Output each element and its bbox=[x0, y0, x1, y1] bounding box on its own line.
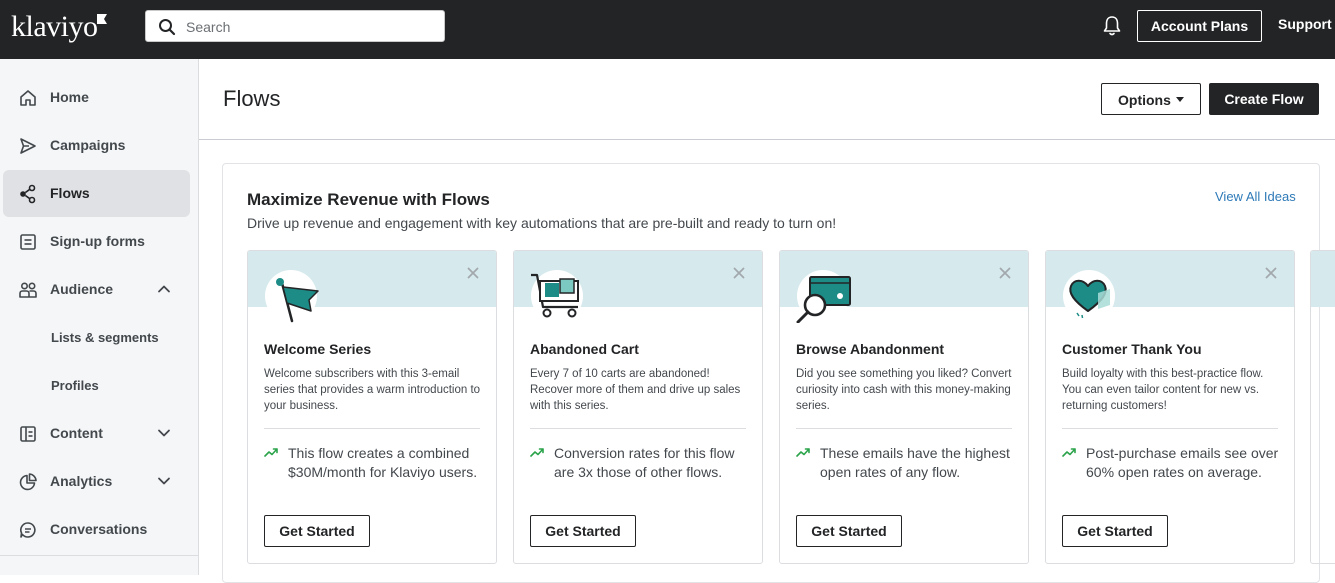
analytics-icon bbox=[19, 473, 37, 491]
trending-up-icon bbox=[530, 448, 544, 457]
form-icon bbox=[20, 234, 36, 250]
sidebar-item-label: Sign-up forms bbox=[50, 233, 145, 249]
card-stat: This flow creates a combined $30M/month … bbox=[288, 445, 478, 480]
idea-card-abandoned-cart: Abandoned Cart Every 7 of 10 carts are a… bbox=[513, 250, 763, 564]
sidebar-item-label: Campaigns bbox=[50, 137, 126, 153]
sidebar-item-campaigns[interactable]: Campaigns bbox=[3, 122, 190, 169]
card-divider bbox=[1062, 428, 1278, 429]
get-started-button[interactable]: Get Started bbox=[796, 515, 902, 547]
send-icon bbox=[20, 138, 36, 154]
chevron-up-icon[interactable] bbox=[157, 282, 171, 296]
sidebar-subitem-lists-segments[interactable]: Lists & segments bbox=[3, 318, 190, 358]
flag-icon bbox=[265, 270, 319, 323]
sidebar-item-home[interactable]: Home bbox=[3, 74, 190, 121]
card-divider bbox=[796, 428, 1012, 429]
browse-magnifier-icon bbox=[796, 270, 851, 323]
sidebar-subitem-label: Lists & segments bbox=[51, 330, 159, 345]
options-label: Options bbox=[1118, 92, 1171, 108]
card-title: Abandoned Cart bbox=[530, 341, 639, 357]
trending-up-icon bbox=[1062, 448, 1076, 457]
trending-up-icon bbox=[264, 448, 278, 457]
sidebar-divider bbox=[0, 555, 199, 556]
close-icon[interactable] bbox=[467, 267, 479, 279]
sidebar-item-audience[interactable]: Audience bbox=[3, 266, 190, 313]
view-all-ideas-link[interactable]: View All Ideas bbox=[1215, 189, 1296, 204]
idea-card-browse-abandonment: Browse Abandonment Did you see something… bbox=[779, 250, 1029, 564]
card-divider bbox=[530, 428, 746, 429]
page-title: Flows bbox=[223, 86, 281, 111]
account-plans-button[interactable]: Account Plans bbox=[1137, 10, 1262, 42]
content-icon bbox=[20, 426, 36, 442]
sidebar-item-label: Conversations bbox=[50, 521, 148, 537]
card-description: Welcome subscribers with this 3-email se… bbox=[264, 368, 481, 412]
card-description: Did you see something you liked? Convert… bbox=[796, 368, 1012, 412]
card-description: Every 7 of 10 carts are abandoned! Recov… bbox=[530, 368, 741, 412]
close-icon[interactable] bbox=[1265, 267, 1277, 279]
sidebar-item-label: Analytics bbox=[50, 473, 113, 489]
sidebar-subitem-label: Profiles bbox=[51, 378, 99, 393]
card-title: Browse Abandonment bbox=[796, 341, 945, 357]
sidebar-item-conversations[interactable]: Conversations bbox=[3, 506, 190, 553]
top-bar: klaviyo Account Plans Support bbox=[0, 0, 1335, 59]
sidebar-item-analytics[interactable]: Analytics bbox=[3, 458, 190, 505]
card-description: Build loyalty with this best-practice fl… bbox=[1062, 368, 1264, 412]
card-header-band bbox=[1311, 251, 1335, 307]
search-icon bbox=[159, 19, 176, 36]
card-divider bbox=[264, 428, 480, 429]
search-input[interactable] bbox=[186, 17, 436, 37]
sidebar-item-label: Audience bbox=[50, 281, 114, 297]
create-flow-button[interactable]: Create Flow bbox=[1209, 83, 1319, 115]
chat-icon bbox=[20, 522, 36, 538]
idea-card-next-partial bbox=[1310, 250, 1335, 564]
support-link[interactable]: Support bbox=[1278, 16, 1332, 32]
sidebar-item-label: Content bbox=[50, 425, 103, 441]
idea-card-customer-thank-you: Customer Thank You Build loyalty with th… bbox=[1045, 250, 1295, 564]
sidebar-item-flows[interactable]: Flows bbox=[3, 170, 190, 217]
sidebar-item-label: Home bbox=[50, 89, 89, 105]
close-icon[interactable] bbox=[999, 267, 1011, 279]
idea-card-welcome-series: Welcome Series Welcome subscribers with … bbox=[247, 250, 497, 564]
cart-icon bbox=[531, 270, 583, 322]
sidebar-item-label: Flows bbox=[50, 185, 90, 201]
people-icon bbox=[19, 282, 37, 298]
logo-flag-icon bbox=[97, 14, 107, 24]
chevron-down-icon[interactable] bbox=[157, 426, 171, 440]
get-started-button[interactable]: Get Started bbox=[1062, 515, 1168, 547]
get-started-button[interactable]: Get Started bbox=[264, 515, 370, 547]
trending-up-icon bbox=[796, 448, 810, 457]
heart-icon bbox=[1063, 270, 1115, 322]
sidebar-item-signup-forms[interactable]: Sign-up forms bbox=[3, 218, 190, 265]
flows-icon bbox=[20, 184, 36, 204]
card-stat: Conversion rates for this flow are 3x th… bbox=[554, 445, 735, 480]
close-icon[interactable] bbox=[733, 267, 745, 279]
notification-bell-icon[interactable] bbox=[1102, 15, 1122, 37]
card-stat: These emails have the highest open rates… bbox=[820, 445, 1010, 480]
klaviyo-logo[interactable]: klaviyo bbox=[11, 10, 98, 44]
sidebar-item-content[interactable]: Content bbox=[3, 410, 190, 457]
options-dropdown-button[interactable]: Options bbox=[1101, 83, 1201, 115]
sidebar: Home Campaigns Flows Sign-up forms Audie… bbox=[0, 59, 199, 575]
caret-down-icon bbox=[1176, 97, 1184, 102]
search-box[interactable] bbox=[145, 10, 445, 42]
ideas-subtitle: Drive up revenue and engagement with key… bbox=[247, 215, 837, 231]
get-started-button[interactable]: Get Started bbox=[530, 515, 636, 547]
card-stat: Post-purchase emails see over 60% open r… bbox=[1086, 445, 1279, 480]
chevron-down-icon[interactable] bbox=[157, 474, 171, 488]
ideas-title: Maximize Revenue with Flows bbox=[247, 190, 490, 209]
home-icon bbox=[20, 90, 36, 106]
card-title: Customer Thank You bbox=[1062, 341, 1202, 357]
header-divider bbox=[199, 139, 1335, 140]
card-title: Welcome Series bbox=[264, 341, 372, 357]
sidebar-subitem-profiles[interactable]: Profiles bbox=[3, 366, 190, 406]
